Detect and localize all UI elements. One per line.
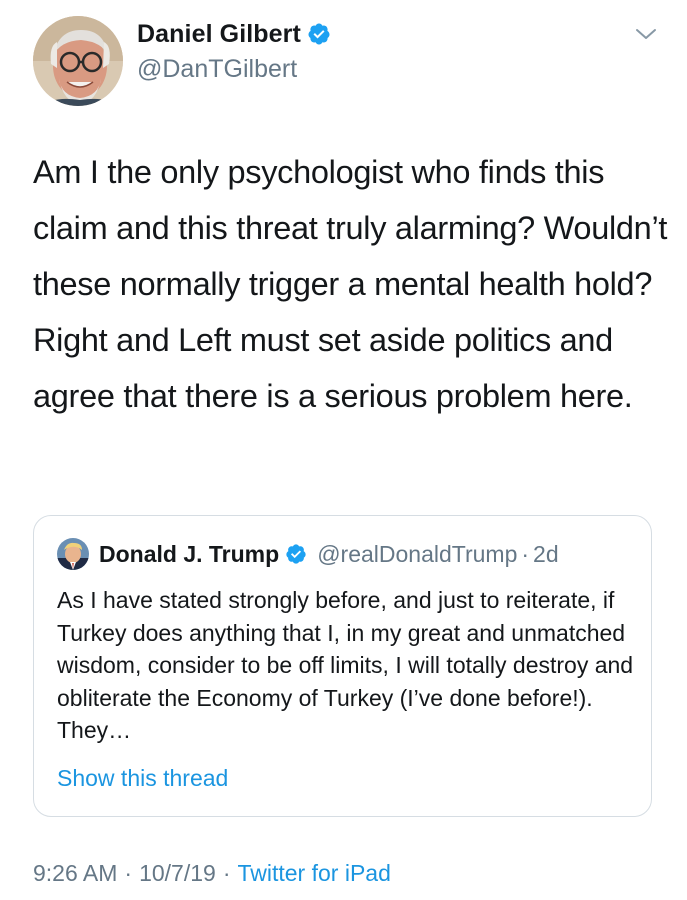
quoted-tweet[interactable]: Donald J. Trump @realDonaldTrump · 2d As… — [33, 515, 652, 817]
tweet: Daniel Gilbert @DanTGilbert Am I the onl… — [0, 0, 687, 900]
tweet-date[interactable]: 10/7/19 — [139, 860, 216, 887]
meta-separator: · — [222, 860, 231, 886]
author-display-name[interactable]: Daniel Gilbert — [137, 20, 301, 49]
tweet-source-link[interactable]: Twitter for iPad — [237, 860, 390, 887]
show-thread-link[interactable]: Show this thread — [57, 762, 228, 794]
author-handle[interactable]: @DanTGilbert — [137, 54, 331, 84]
quoted-handle: @realDonaldTrump — [317, 540, 518, 567]
tweet-meta: 9:26 AM · 10/7/19 · Twitter for iPad — [33, 860, 391, 887]
quoted-header: Donald J. Trump @realDonaldTrump · 2d — [99, 536, 559, 572]
meta-separator: · — [124, 860, 133, 886]
avatar-photo-icon — [33, 16, 123, 106]
quoted-author-avatar — [57, 538, 89, 570]
quoted-tweet-text: As I have stated strongly before, and ju… — [57, 587, 634, 743]
verified-badge-icon — [286, 544, 306, 564]
quoted-separator: · — [521, 540, 530, 567]
quoted-timestamp: 2d — [533, 540, 559, 567]
tweet-time[interactable]: 9:26 AM — [33, 860, 117, 887]
chevron-down-icon[interactable] — [634, 26, 658, 42]
author-name-row: Daniel Gilbert — [137, 14, 331, 54]
author-avatar[interactable] — [33, 16, 123, 106]
tweet-text: Am I the only psychologist who finds thi… — [33, 154, 668, 414]
avatar-photo-icon — [57, 538, 89, 570]
verified-badge-icon — [308, 23, 330, 45]
author-info: Daniel Gilbert @DanTGilbert — [137, 14, 331, 84]
quoted-display-name: Donald J. Trump — [99, 540, 280, 567]
